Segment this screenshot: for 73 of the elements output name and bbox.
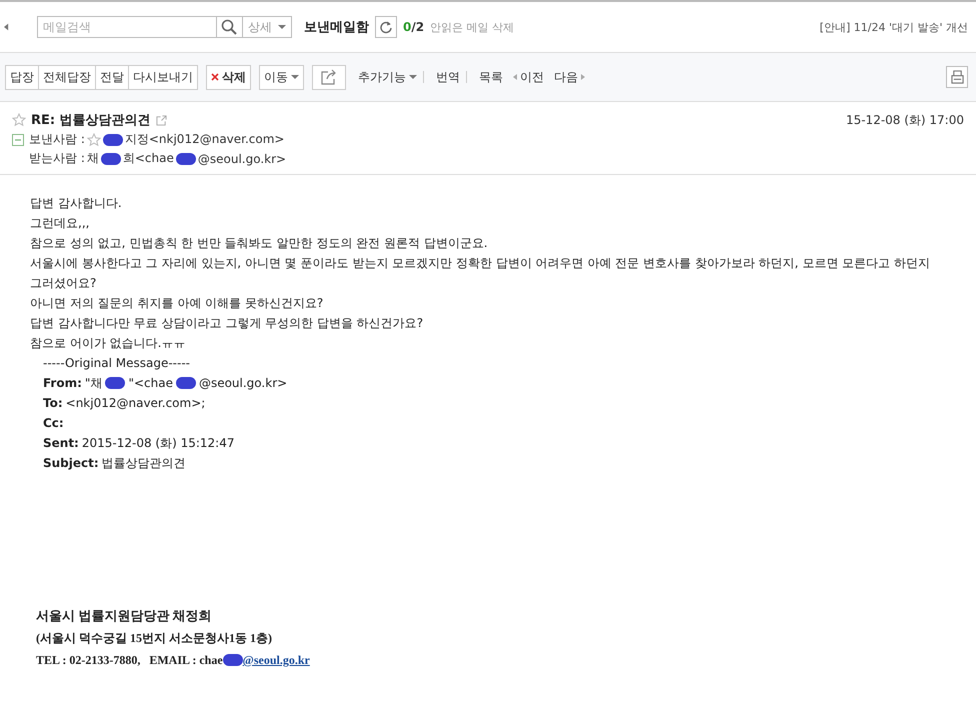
right-arrow-icon: [581, 74, 585, 80]
move-dropdown[interactable]: 이동: [259, 64, 304, 90]
redaction-mark: [176, 152, 196, 164]
search-icon: [221, 19, 237, 35]
toolbar-link[interactable]: 목록: [479, 68, 503, 86]
field-value-text: "채: [84, 375, 102, 392]
star-icon[interactable]: [86, 132, 101, 146]
caret-icon: [291, 75, 299, 79]
toolbar-button[interactable]: 전체답장: [39, 64, 96, 90]
star-icon[interactable]: [12, 113, 26, 127]
original-message-divider: -----Original Message-----: [43, 355, 191, 372]
email-date: 15-12-08 (화) 17:00: [846, 112, 964, 128]
field-label: To:: [43, 395, 63, 412]
message-line: 아니면 저의 질문의 취지를 아예 이해를 못하신건지요?: [30, 295, 324, 312]
message-line: 그런데요,,,: [30, 215, 90, 232]
field-value-text: 법률상담관의견: [102, 455, 186, 472]
total-count: /2: [411, 20, 424, 34]
field-label: Cc:: [43, 415, 64, 432]
recipient-text: 채: [86, 150, 99, 167]
message-line: 참으로 성의 없고, 민법총칙 한 번만 들춰봐도 알만한 정도의 완전 원론적 답변이군요.: [30, 235, 489, 252]
field-value-text: 2015-12-08 (화) 15:12:47: [82, 435, 234, 452]
collapse-arrow-icon[interactable]: [4, 23, 9, 31]
share-button[interactable]: [312, 64, 346, 90]
toolbar-button[interactable]: 다시보내기: [129, 64, 198, 90]
print-button[interactable]: [946, 66, 968, 88]
sender-text: 지정<nkj012@naver.com>: [124, 131, 284, 148]
redaction-mark: [176, 377, 196, 389]
previous-link[interactable]: 이전: [513, 68, 544, 86]
toolbar-button[interactable]: 답장: [5, 64, 39, 90]
redaction-mark: [105, 377, 126, 389]
caret-icon: [278, 25, 286, 29]
message-line: 서울시에 봉사한다고 그 자리에 있는지, 아니면 몇 푼이라도 받는지 모르겠지만 정확한 답변이 어려우면 아예 전문 변호사를 찾아가보라 하던지, 모르면 모른다고 하던지: [30, 255, 931, 272]
refresh-icon: [379, 20, 393, 34]
field-value-text: "<chae: [128, 375, 173, 392]
recipient-label: 받는사람 :: [29, 150, 85, 167]
redaction-mark: [222, 654, 243, 666]
signature-address: (서울시 덕수궁길 15번지 서소문청사1동 1층): [36, 630, 273, 647]
collapse-toggle[interactable]: [12, 134, 24, 146]
field-label: Subject:: [43, 455, 99, 472]
message-line: 답변 감사합니다만 무료 상담이라고 그렇게 무성의한 답변을 하신건가요?: [30, 315, 424, 332]
caret-icon: [409, 75, 417, 79]
left-arrow-icon: [513, 74, 517, 80]
message-line: 그러셨어요?: [30, 275, 98, 292]
redaction-mark: [100, 152, 121, 164]
toolbar-link[interactable]: 번역: [436, 68, 460, 86]
recipient-text: @seoul.go.kr>: [198, 152, 286, 166]
signature-contact: TEL : 02-2133-7880, EMAIL : chae: [36, 652, 223, 669]
delete-icon: [211, 73, 219, 81]
folder-title: 보낸메일함: [304, 19, 369, 36]
message-line: 답변 감사합니다.: [30, 195, 123, 212]
search-field[interactable]: 메일검색: [37, 16, 217, 38]
more-features-dropdown[interactable]: 추가기능: [358, 68, 417, 86]
delete-button[interactable]: 삭제: [206, 64, 251, 90]
signature-name: 서울시 법률지원담당관 채정희: [36, 607, 212, 625]
refresh-button[interactable]: [375, 16, 397, 38]
sender-label: 보낸사람 :: [29, 131, 85, 148]
popout-icon[interactable]: [156, 114, 167, 126]
toolbar-button[interactable]: 전달: [96, 64, 129, 90]
email-subject: RE: 법률상담관의견: [31, 112, 151, 129]
field-value-text: @seoul.go.kr>: [198, 375, 288, 392]
field-label: From:: [43, 375, 82, 392]
redaction-mark: [102, 134, 123, 146]
field-label: Sent:: [43, 435, 79, 452]
share-icon: [320, 68, 338, 86]
print-icon: [950, 70, 964, 84]
unread-count: 0: [403, 20, 412, 34]
recipient-text: 희<chae: [122, 150, 174, 167]
email-link[interactable]: @seoul.go.kr: [242, 649, 310, 671]
next-link[interactable]: 다음: [554, 68, 585, 86]
notice-link[interactable]: [안내] 11/24 '대기 발송' 개선: [820, 20, 968, 34]
search-button[interactable]: [217, 16, 243, 38]
message-line: 참으로 어이가 없습니다.ㅠㅠ: [30, 335, 186, 352]
field-value-text: <nkj012@naver.com>;: [66, 395, 206, 412]
